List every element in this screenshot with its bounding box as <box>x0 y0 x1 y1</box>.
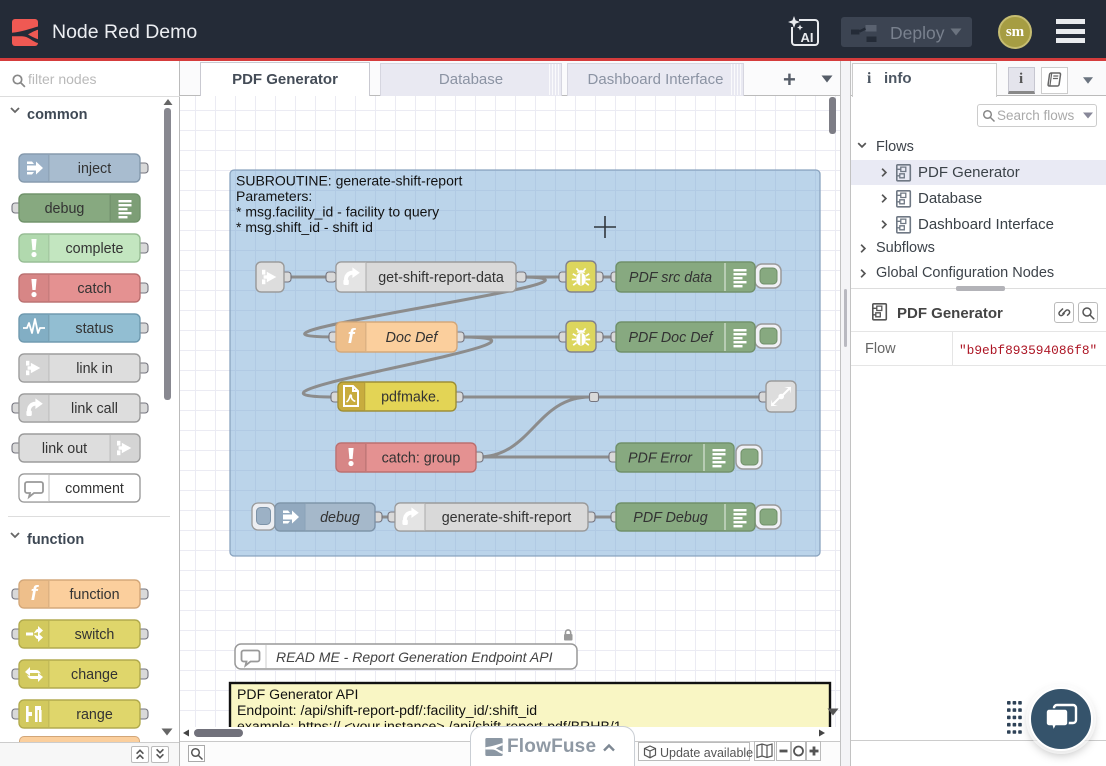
svg-text:catch: catch <box>77 281 111 297</box>
svg-text:PDF Generator API: PDF Generator API <box>237 686 358 702</box>
svg-text:PDF Debug: PDF Debug <box>633 510 707 526</box>
svg-text:AI: AI <box>801 30 814 45</box>
svg-text:switch: switch <box>75 627 115 643</box>
svg-text:generate-shift-report: generate-shift-report <box>442 510 572 526</box>
svg-text:debug: debug <box>45 201 85 217</box>
svg-text:* msg.facility_id - facility t: * msg.facility_id - facility to query <box>236 204 439 220</box>
svg-text:link in: link in <box>76 361 113 377</box>
svg-text:PDF src data: PDF src data <box>629 270 712 286</box>
svg-text:pdfmake.: pdfmake. <box>381 390 440 406</box>
svg-text:Endpoint: /api/shift-report-pd: Endpoint: /api/shift-report-pdf/:facilit… <box>237 702 537 718</box>
svg-text:complete: complete <box>65 241 123 257</box>
svg-text:inject: inject <box>78 161 111 177</box>
svg-text:function: function <box>69 587 119 603</box>
svg-text:READ ME - Report Generation En: READ ME - Report Generation Endpoint API <box>276 649 553 665</box>
svg-text:Parameters:: Parameters: <box>236 188 312 204</box>
svg-text:PDF Error: PDF Error <box>628 451 693 467</box>
svg-text:link call: link call <box>71 401 118 417</box>
svg-text:get-shift-report-data: get-shift-report-data <box>378 270 504 286</box>
svg-text:link out: link out <box>42 441 87 457</box>
svg-text:comment: comment <box>65 481 124 497</box>
svg-text:change: change <box>71 667 118 683</box>
svg-text:SUBROUTINE: generate-shift-rep: SUBROUTINE: generate-shift-report <box>236 173 463 189</box>
svg-text:range: range <box>76 707 113 723</box>
svg-text:catch: group: catch: group <box>382 451 461 467</box>
svg-text:PDF Doc Def: PDF Doc Def <box>629 330 715 346</box>
svg-text:debug: debug <box>320 510 360 526</box>
svg-text:* msg.shift_id - shift id: * msg.shift_id - shift id <box>236 219 373 235</box>
svg-text:status: status <box>75 321 113 337</box>
svg-text:Doc Def: Doc Def <box>386 330 440 346</box>
